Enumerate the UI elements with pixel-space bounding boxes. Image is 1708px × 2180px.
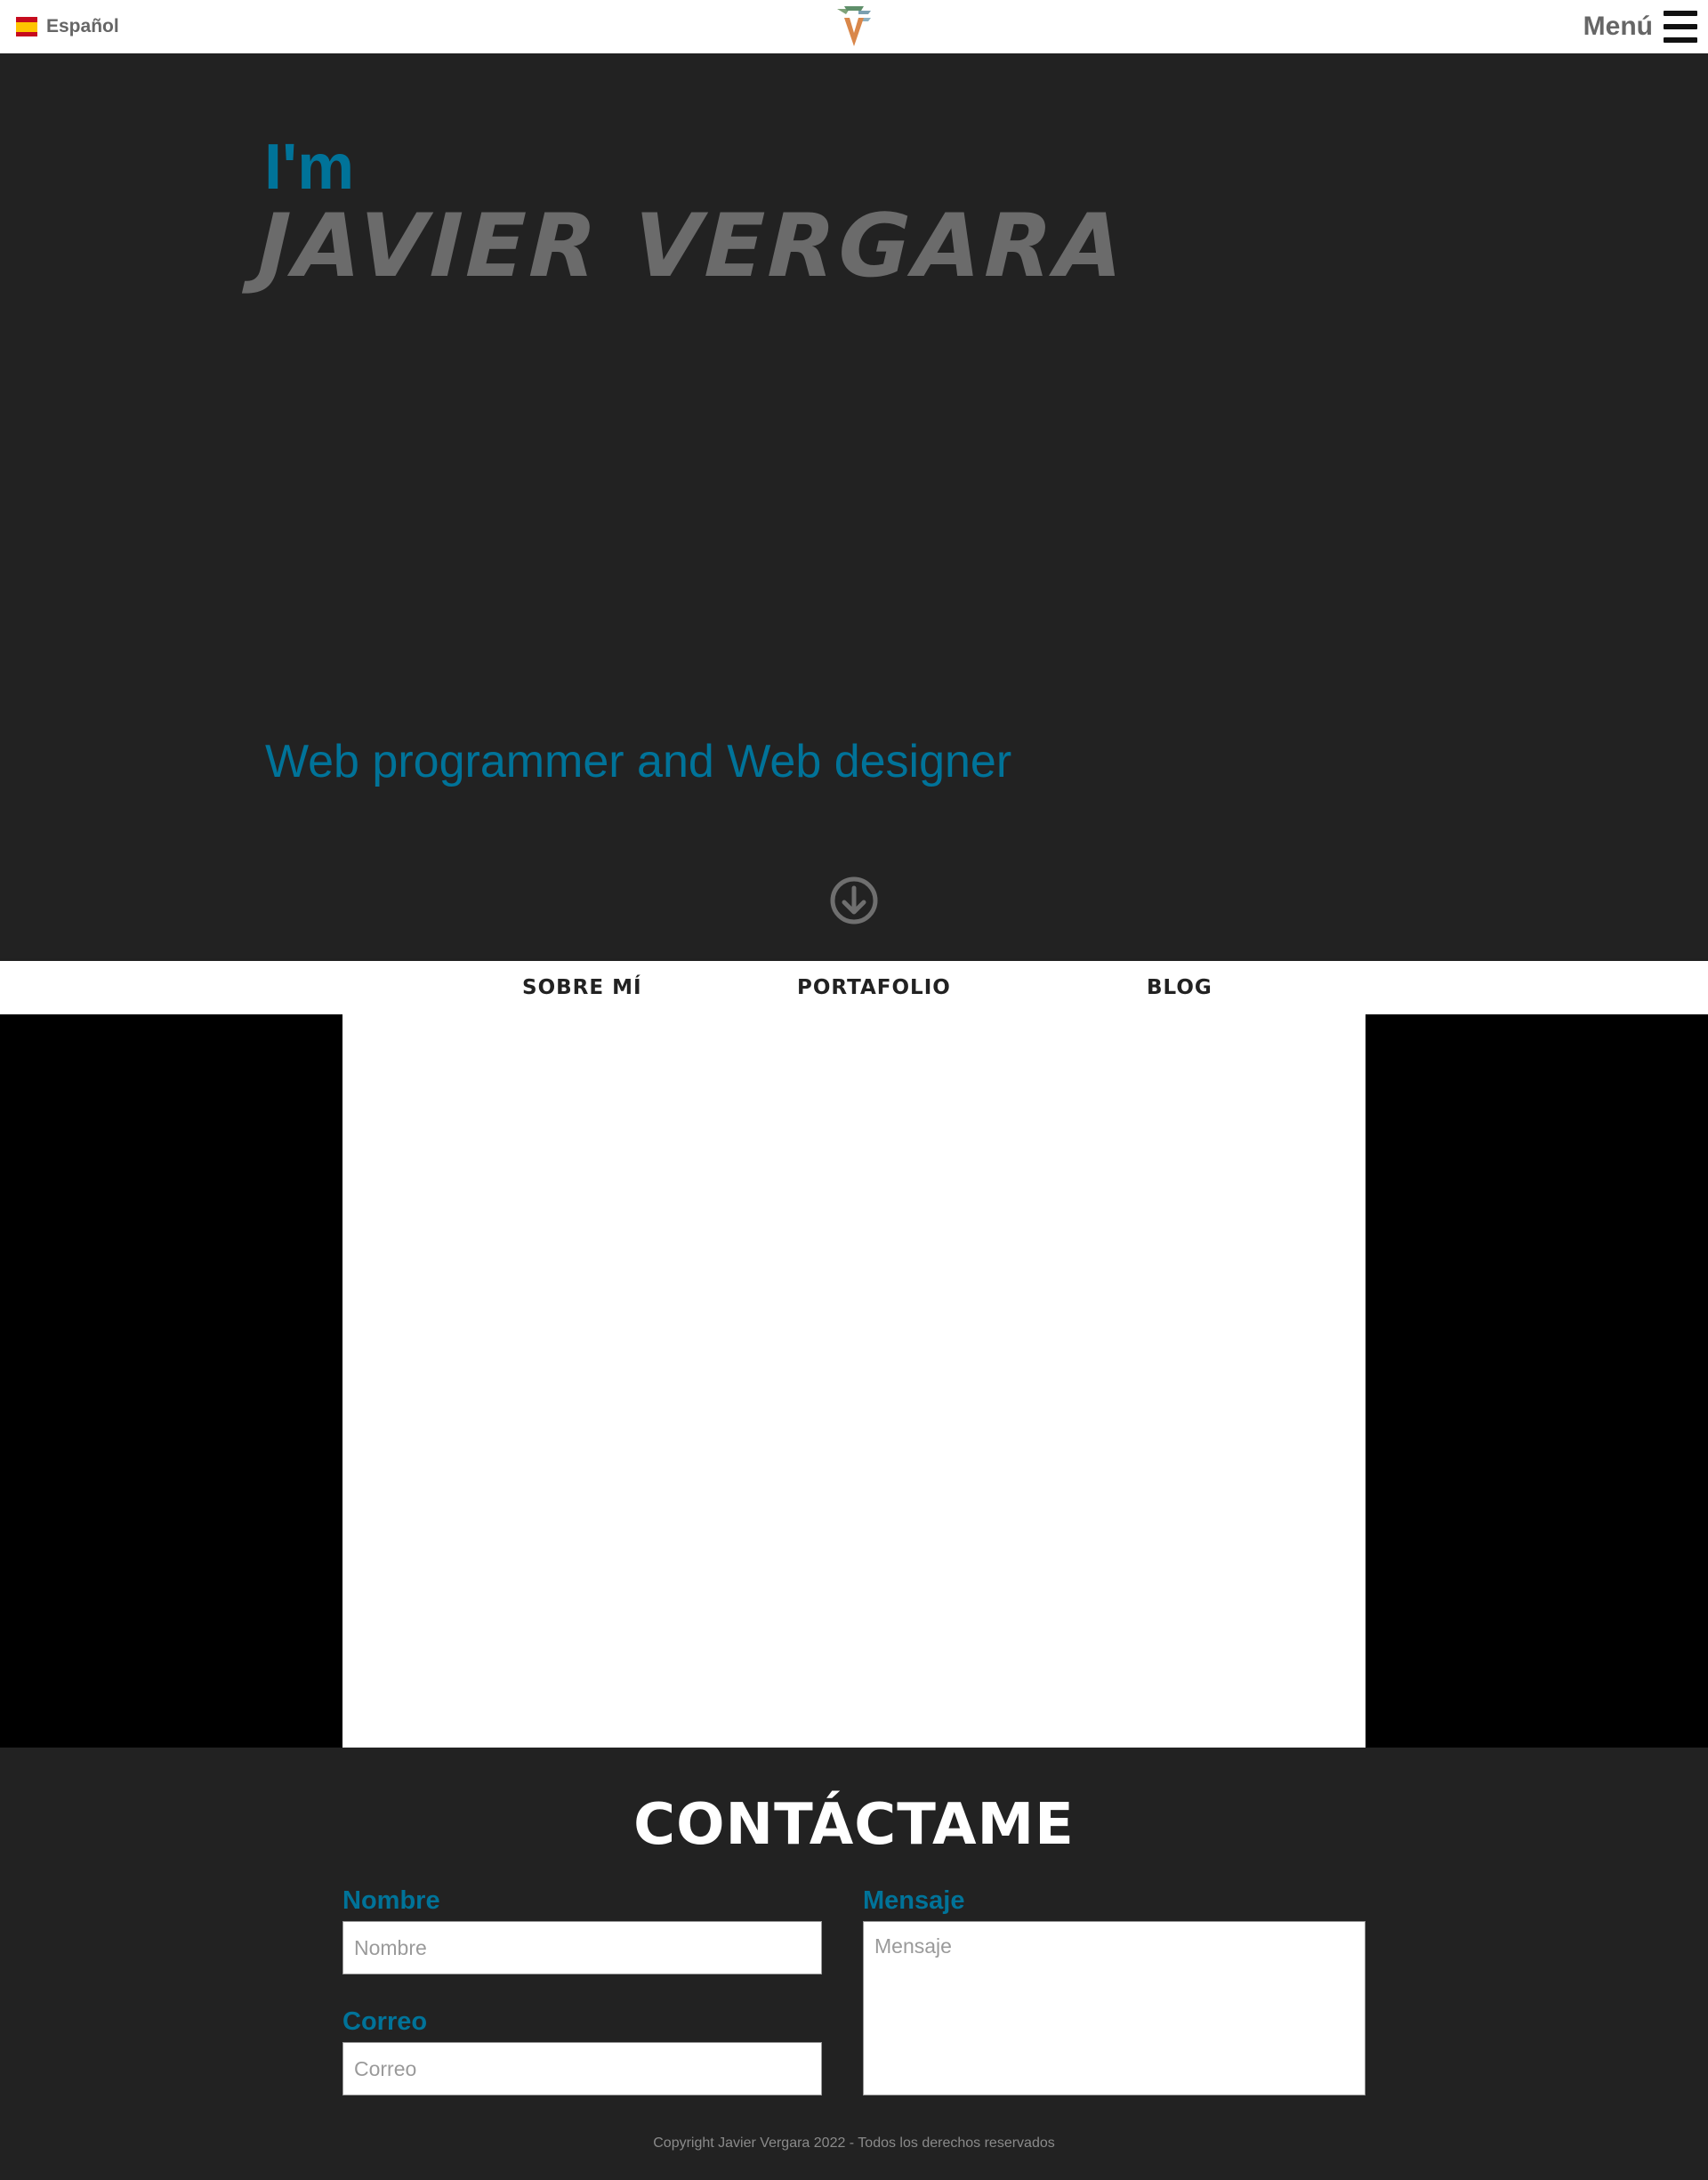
arrow-down-circle-icon[interactable]	[830, 876, 878, 924]
nav-item-blog[interactable]: BLOG	[1147, 961, 1213, 1014]
message-label: Mensaje	[863, 1886, 965, 1915]
email-field[interactable]	[342, 2042, 822, 2095]
contact-title: CONTÁCTAME	[633, 1792, 1075, 1858]
menu-label: Menú	[1583, 12, 1653, 41]
nav-item-sobre-mi[interactable]: SOBRE MÍ	[522, 961, 642, 1014]
content-panel	[342, 1014, 1366, 1748]
spain-flag-icon	[16, 17, 37, 36]
top-bar: Español Menú	[0, 0, 1708, 53]
hero-subtitle: Web programmer and Web designer	[265, 736, 1012, 787]
hero-name: JAVIER VERGARA	[256, 196, 1129, 297]
email-label: Correo	[342, 2007, 428, 2036]
hero-intro: I'm	[264, 132, 355, 203]
contact-section: CONTÁCTAME Nombre Correo Mensaje Copyrig…	[0, 1748, 1708, 2180]
site-logo[interactable]	[832, 4, 876, 50]
hamburger-icon	[1664, 11, 1697, 43]
hero-section: I'm JAVIER VERGARA Web programmer and We…	[0, 53, 1708, 961]
nav-item-portafolio[interactable]: PORTAFOLIO	[797, 961, 951, 1014]
message-field[interactable]	[863, 1921, 1366, 2095]
content-band	[0, 1014, 1708, 1748]
language-label: Español	[46, 16, 119, 36]
name-label: Nombre	[342, 1886, 440, 1915]
copyright-text: Copyright Javier Vergara 2022 - Todos lo…	[653, 2136, 1055, 2151]
name-field[interactable]	[342, 1921, 822, 1974]
menu-button[interactable]: Menú	[1583, 9, 1697, 44]
section-nav: SOBRE MÍ PORTAFOLIO BLOG	[0, 961, 1708, 1014]
language-switcher[interactable]: Español	[16, 14, 119, 39]
